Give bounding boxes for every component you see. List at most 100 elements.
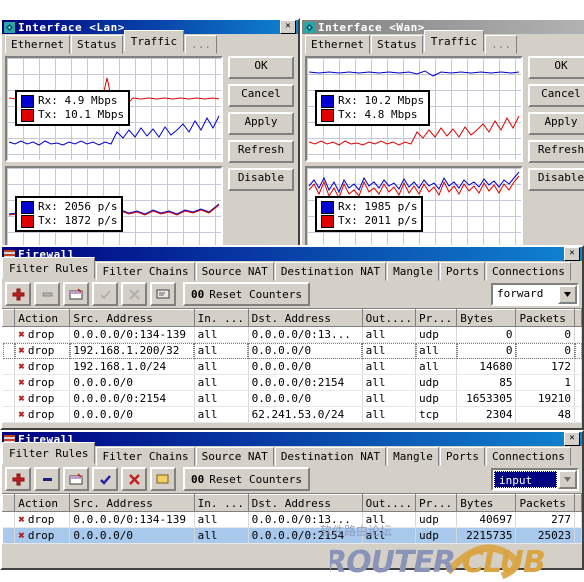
filter-rules-table-forward: Action Src. Address In. ... Dst. Address…: [1, 309, 582, 423]
col-src-address[interactable]: Src. Address: [69, 494, 195, 512]
disable-button[interactable]: Disable: [528, 168, 584, 191]
cell-dst: 0.0.0.0/0:2154: [248, 374, 363, 391]
table-row[interactable]: ✖ drop 0.0.0.0/0:2154 all 0.0.0.0/0 all u…: [2, 390, 582, 407]
tab-source-nat[interactable]: Source NAT: [195, 447, 274, 466]
table-row[interactable]: ✖ drop 192.168.1.200/32 all 0.0.0.0/0 all…: [2, 342, 582, 359]
tab-traffic[interactable]: Traffic: [423, 30, 485, 52]
chain-select[interactable]: forward: [491, 282, 579, 306]
copy-rule-button[interactable]: [63, 282, 89, 306]
tab-filter-rules[interactable]: Filter Rules: [2, 442, 96, 464]
remove-rule-button[interactable]: [34, 467, 60, 491]
counter-badge: 00: [191, 472, 205, 486]
disable-rule-button[interactable]: [121, 467, 147, 491]
remove-rule-button[interactable]: [34, 282, 60, 306]
table-row[interactable]: ✖ drop 0.0.0.0/0:134-139 all 0.0.0.0/0:13…: [2, 511, 582, 528]
close-button[interactable]: ✕: [564, 247, 580, 261]
col-out-interface[interactable]: Out....: [361, 494, 417, 512]
row-indicator: [2, 527, 16, 544]
col-bytes[interactable]: Bytes: [456, 309, 517, 327]
cell-src: 0.0.0.0/0: [69, 527, 195, 544]
comment-button[interactable]: [150, 467, 176, 491]
col-action[interactable]: Action: [14, 309, 71, 327]
disable-rule-button[interactable]: [121, 282, 147, 306]
apply-button[interactable]: Apply: [228, 112, 294, 135]
reset-counters-button[interactable]: 00 Reset Counters: [183, 467, 310, 491]
col-dst-address[interactable]: Dst. Address: [247, 494, 363, 512]
col-packets[interactable]: Packets: [515, 309, 575, 327]
table-row[interactable]: ✖ drop 0.0.0.0/0 all 0.0.0.0/0:2154 all u…: [2, 374, 582, 391]
table-row[interactable]: ✖ drop 0.0.0.0/0 all 62.241.53.0/24 all t…: [2, 406, 582, 423]
disable-button[interactable]: Disable: [228, 168, 294, 191]
cell-bytes: 40697: [456, 511, 517, 528]
rate-graph-wan: Rx: 10.2 Mbps Tx: 4.8 Mbps: [305, 56, 523, 162]
refresh-button[interactable]: Refresh: [528, 140, 584, 163]
table-row[interactable]: ✖ drop 0.0.0.0/0:134-139 all 0.0.0.0/0:13…: [2, 326, 582, 343]
enable-rule-button[interactable]: [92, 467, 118, 491]
packets-graph-lan: Rx: 2056 p/s Tx: 1872 p/s: [5, 166, 223, 250]
tab-destination-nat[interactable]: Destination NAT: [274, 262, 387, 281]
chain-select[interactable]: input: [491, 467, 579, 491]
cell-in: all: [194, 527, 249, 544]
filter-rules-table-input: Action Src. Address In. ... Dst. Address…: [1, 494, 582, 544]
col-src-address[interactable]: Src. Address: [69, 309, 195, 327]
col-action[interactable]: Action: [14, 494, 71, 512]
add-rule-button[interactable]: [5, 467, 31, 491]
enable-rule-button[interactable]: [92, 282, 118, 306]
tab-connections[interactable]: Connections: [486, 262, 571, 281]
copy-rule-button[interactable]: [63, 467, 89, 491]
col-indicator[interactable]: [1, 494, 16, 512]
toolbar-firewall-forward: 00 Reset Counters forward: [2, 280, 582, 309]
ok-button[interactable]: OK: [528, 56, 584, 79]
cell-dst: 0.0.0.0/0:13...: [248, 511, 363, 528]
rx-color-swatch: [21, 200, 34, 214]
cancel-button[interactable]: Cancel: [228, 84, 294, 107]
col-in-interface[interactable]: In. ...: [193, 494, 249, 512]
col-dst-address[interactable]: Dst. Address: [247, 309, 363, 327]
tab-ethernet[interactable]: Ethernet: [5, 35, 70, 54]
tx-label: Tx:: [338, 108, 358, 121]
col-protocol[interactable]: Pr...: [415, 494, 458, 512]
tab-traffic[interactable]: Traffic: [123, 30, 185, 52]
tx-label: Tx:: [338, 214, 358, 227]
legend-rx-row: Rx: 4.9 Mbps: [21, 94, 124, 108]
table-row[interactable]: ✖ drop 0.0.0.0/0 all 0.0.0.0/0:2154 all u…: [2, 527, 582, 544]
tab-ethernet[interactable]: Ethernet: [305, 35, 370, 54]
rx-color-swatch: [321, 200, 334, 214]
col-protocol[interactable]: Pr...: [415, 309, 458, 327]
tab-filter-chains[interactable]: Filter Chains: [96, 262, 195, 281]
tab-more[interactable]: ...: [485, 35, 517, 54]
legend-tx-row: Tx: 10.1 Mbps: [21, 108, 124, 122]
tab-more[interactable]: ...: [185, 35, 217, 54]
apply-button[interactable]: Apply: [528, 112, 584, 135]
table-row[interactable]: ✖ drop 192.168.1.0/24 all 0.0.0.0/0 all a…: [2, 358, 582, 375]
refresh-button[interactable]: Refresh: [228, 140, 294, 163]
col-indicator[interactable]: [1, 309, 16, 327]
chevron-down-icon[interactable]: [558, 284, 577, 304]
col-bytes[interactable]: Bytes: [456, 494, 517, 512]
comment-button[interactable]: [150, 282, 176, 306]
tab-filter-chains[interactable]: Filter Chains: [96, 447, 195, 466]
col-packets[interactable]: Packets: [515, 494, 575, 512]
tab-mangle[interactable]: Mangle: [387, 447, 439, 466]
tab-status[interactable]: Status: [370, 35, 423, 54]
tab-mangle[interactable]: Mangle: [387, 262, 439, 281]
tab-filter-rules[interactable]: Filter Rules: [2, 257, 96, 279]
tab-source-nat[interactable]: Source NAT: [195, 262, 274, 281]
tab-status[interactable]: Status: [70, 35, 123, 54]
tab-ports[interactable]: Ports: [439, 447, 486, 466]
cell-proto: udp: [415, 390, 458, 407]
reset-counters-button[interactable]: 00 Reset Counters: [183, 282, 310, 306]
tab-ports[interactable]: Ports: [439, 262, 486, 281]
close-button[interactable]: ✕: [280, 20, 296, 34]
drop-icon: ✖: [18, 328, 25, 341]
chevron-down-icon[interactable]: [558, 469, 577, 489]
col-in-interface[interactable]: In. ...: [193, 309, 249, 327]
tab-connections[interactable]: Connections: [486, 447, 571, 466]
tab-destination-nat[interactable]: Destination NAT: [274, 447, 387, 466]
close-button[interactable]: ✕: [564, 432, 580, 446]
ok-button[interactable]: OK: [228, 56, 294, 79]
add-rule-button[interactable]: [5, 282, 31, 306]
cancel-button[interactable]: Cancel: [528, 84, 584, 107]
col-out-interface[interactable]: Out....: [361, 309, 417, 327]
filter-rules-body-forward: ✖ drop 0.0.0.0/0:134-139 all 0.0.0.0/0:13…: [2, 326, 582, 423]
